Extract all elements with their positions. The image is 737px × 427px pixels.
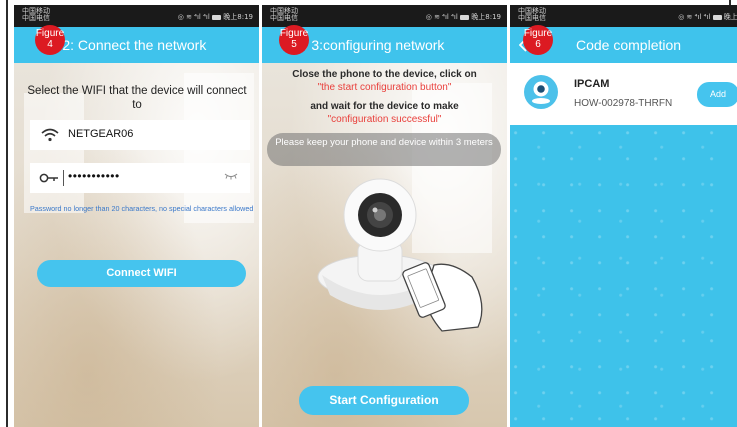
signal-icons: ◎ ≋ ⁴ıl ⁴ıl bbox=[425, 13, 458, 21]
instruction-line-2: and wait for the device to make bbox=[310, 101, 459, 112]
hide-password-eye-icon[interactable] bbox=[224, 172, 238, 181]
wifi-ssid-value: NETGEAR06 bbox=[68, 128, 134, 140]
page-title: Code completion bbox=[576, 37, 682, 53]
key-icon bbox=[39, 173, 58, 183]
clock: 晚上8:2 bbox=[723, 13, 737, 21]
blurred-room-background bbox=[14, 63, 259, 427]
carrier-info: 中国移动 中国电信 bbox=[22, 7, 50, 22]
carrier-info: 中国移动 中国电信 bbox=[270, 7, 298, 22]
status-icons: ◎ ≋ ⁴ıl ⁴ıl 晚上8:2 bbox=[678, 12, 737, 22]
screen-code-completion: 中国移动 中国电信 ◎ ≋ ⁴ıl ⁴ıl 晚上8:2 Code complet… bbox=[510, 5, 737, 427]
password-field[interactable]: ••••••••••• bbox=[30, 163, 250, 193]
instruction-text: Select the WIFI that the device will con… bbox=[27, 85, 247, 111]
carrier-info: 中国移动 中国电信 bbox=[518, 7, 546, 22]
figure-6-badge: Figure 6 bbox=[523, 25, 553, 55]
password-hint: Password no longer than 20 characters, n… bbox=[30, 204, 254, 213]
device-name: IPCAM bbox=[574, 78, 610, 90]
screen-configuring-network: 中国移动 中国电信 ◎ ≋ ⁴ıl ⁴ıl 晚上8:19 etp 3:confi… bbox=[262, 5, 507, 427]
instruction-highlight-2: "configuration successful" bbox=[327, 114, 442, 125]
connect-wifi-button[interactable]: Connect WIFI bbox=[37, 260, 246, 287]
signal-icons: ◎ ≋ ⁴ıl ⁴ıl bbox=[678, 13, 711, 21]
signal-icons: ◎ ≋ ⁴ıl ⁴ıl bbox=[177, 13, 210, 21]
text-cursor bbox=[63, 170, 64, 186]
status-bar: 中国移动 中国电信 ◎ ≋ ⁴ıl ⁴ıl 晚上8:19 bbox=[262, 5, 507, 27]
screen-connect-network: 中国移动 中国电信 ◎ ≋ ⁴ıl ⁴ıl 晚上8:19 tep 2: Conn… bbox=[14, 5, 259, 427]
battery-icon bbox=[712, 14, 722, 20]
frame-left-border bbox=[6, 0, 8, 427]
status-icons: ◎ ≋ ⁴ıl ⁴ıl 晚上8:19 bbox=[426, 12, 501, 22]
clock: 晚上8:19 bbox=[223, 13, 253, 21]
password-value: ••••••••••• bbox=[68, 169, 120, 183]
sparkle-background bbox=[510, 125, 737, 427]
instruction-highlight-1: "the start configuration button" bbox=[317, 82, 452, 93]
clock: 晚上8:19 bbox=[471, 13, 501, 21]
status-bar: 中国移动 中国电信 ◎ ≋ ⁴ıl ⁴ıl 晚上8:2 bbox=[510, 5, 737, 27]
device-id: HOW-002978-THRFN bbox=[574, 98, 673, 109]
ip-camera-icon bbox=[524, 75, 558, 109]
instruction-line-1: Close the phone to the device, click on bbox=[292, 69, 477, 80]
wifi-icon bbox=[41, 128, 59, 142]
add-device-button[interactable]: Add bbox=[697, 82, 737, 107]
battery-icon bbox=[212, 14, 222, 20]
device-list-item[interactable]: IPCAM HOW-002978-THRFN Add bbox=[510, 63, 737, 125]
wifi-ssid-field[interactable]: NETGEAR06 bbox=[30, 120, 250, 150]
figure-4-badge: Figure 4 bbox=[35, 25, 65, 55]
status-bar: 中国移动 中国电信 ◎ ≋ ⁴ıl ⁴ıl 晚上8:19 bbox=[14, 5, 259, 27]
distance-notice: Please keep your phone and device within… bbox=[267, 133, 501, 166]
battery-icon bbox=[460, 14, 470, 20]
status-icons: ◎ ≋ ⁴ıl ⁴ıl 晚上8:19 bbox=[178, 12, 253, 22]
page-title: etp 3:configuring network bbox=[288, 37, 445, 53]
figure-5-badge: Figure 5 bbox=[279, 25, 309, 55]
start-configuration-button[interactable]: Start Configuration bbox=[299, 386, 469, 415]
camera-and-phone-illustration bbox=[317, 178, 483, 332]
